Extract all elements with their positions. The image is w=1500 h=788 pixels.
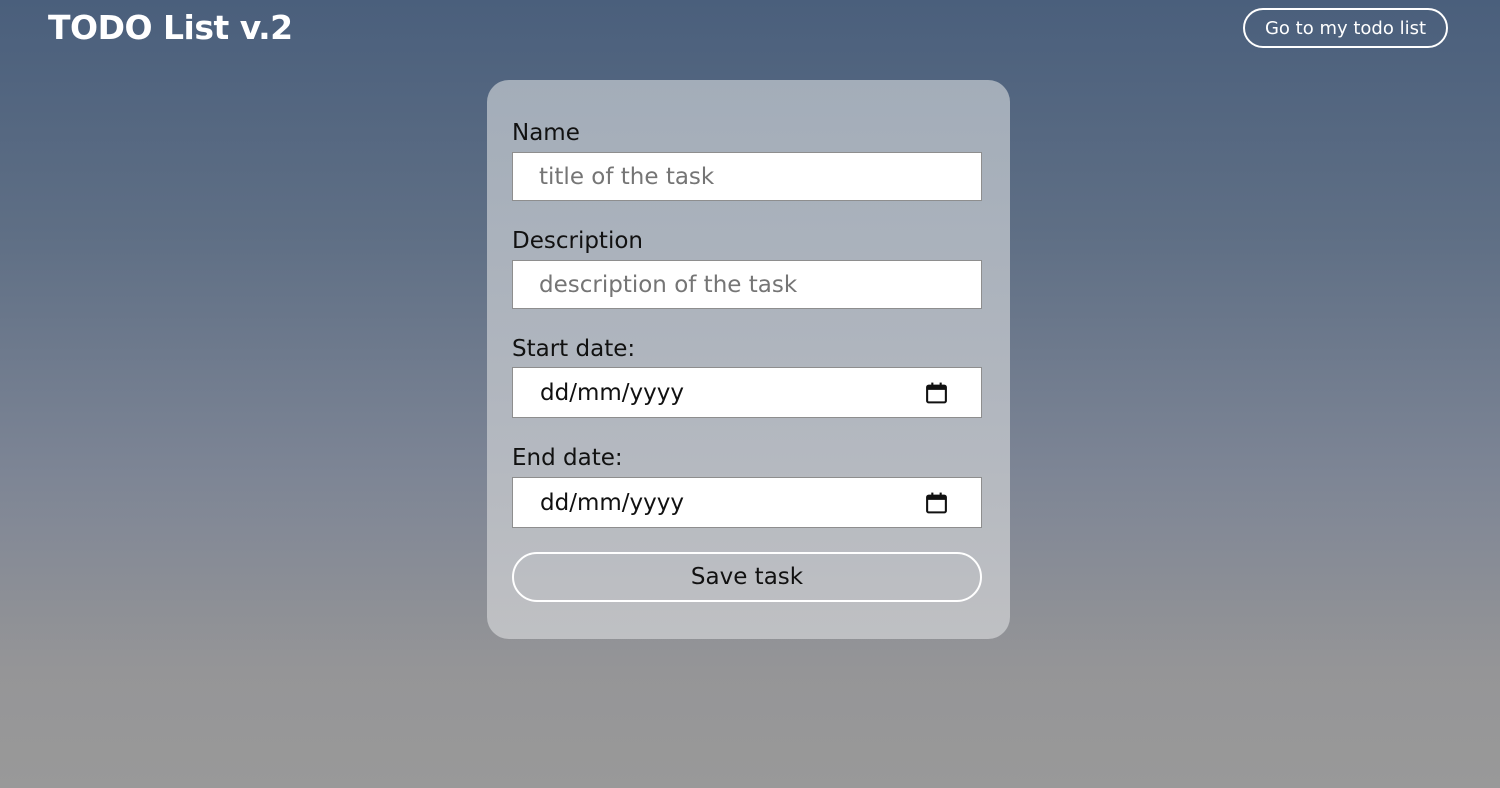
go-to-todo-list-button[interactable]: Go to my todo list (1243, 8, 1448, 48)
end-date-label: End date: (512, 445, 623, 471)
task-form-card: Name Description Start date: dd/mm/yyyy … (487, 80, 1010, 639)
calendar-icon[interactable] (924, 380, 949, 406)
end-date-input[interactable]: dd/mm/yyyy (512, 477, 982, 528)
calendar-icon[interactable] (924, 490, 949, 516)
start-date-label: Start date: (512, 336, 636, 362)
name-input[interactable] (512, 152, 982, 201)
app-title: TODO List v.2 (48, 8, 293, 47)
end-date-value: dd/mm/yyyy (540, 489, 684, 516)
name-label: Name (512, 120, 580, 146)
save-task-button[interactable]: Save task (512, 552, 982, 602)
description-label: Description (512, 228, 643, 254)
start-date-value: dd/mm/yyyy (540, 379, 684, 406)
description-input[interactable] (512, 260, 982, 309)
start-date-input[interactable]: dd/mm/yyyy (512, 367, 982, 418)
